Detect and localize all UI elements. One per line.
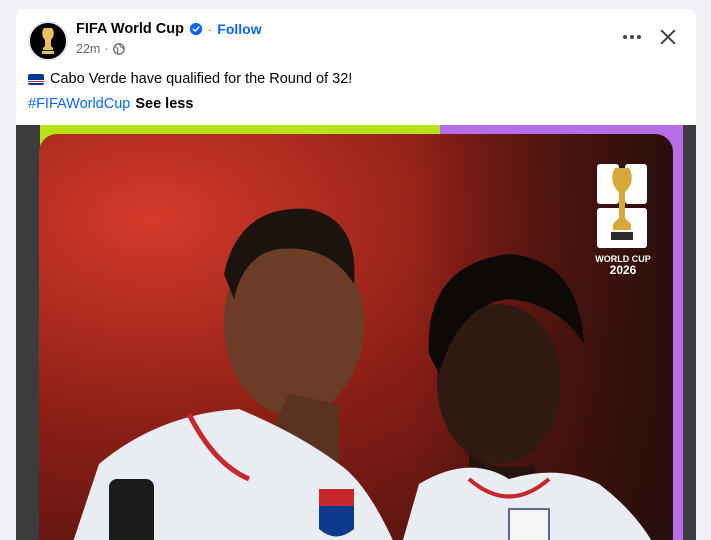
post-header: FIFA World Cup · Follow 22m · Cabo Verde…	[16, 9, 696, 127]
post-media[interactable]: WORLD CUP 2026	[16, 125, 696, 540]
players-photo: WORLD CUP 2026	[39, 134, 673, 540]
more-options-icon	[623, 35, 627, 39]
see-less-button[interactable]: See less	[135, 96, 193, 112]
hashtag-link[interactable]: #FIFAWorldCup	[28, 96, 130, 112]
post-meta-row: 22m ·	[76, 42, 125, 56]
close-icon	[660, 29, 676, 45]
meta-separator: ·	[104, 42, 109, 56]
media-frame: WORLD CUP 2026	[16, 125, 696, 540]
post-text: Cabo Verde have qualified for the Round …	[50, 71, 353, 87]
world-cup-2026-logo	[597, 164, 647, 248]
follow-button[interactable]: Follow	[217, 21, 261, 37]
fifa-trophy-icon	[42, 28, 54, 54]
world-cup-logo-text: WORLD CUP 2026	[595, 254, 651, 277]
post-card: FIFA World Cup · Follow 22m · Cabo Verde…	[16, 9, 696, 540]
post-hashtag-line: #FIFAWorldCup See less	[28, 96, 193, 112]
separator-dot: ·	[207, 21, 213, 37]
verified-badge-icon	[189, 22, 203, 36]
post-author-row: FIFA World Cup · Follow	[76, 21, 262, 37]
more-options-button[interactable]	[620, 25, 644, 49]
avatar[interactable]	[28, 21, 68, 61]
globe-icon	[112, 43, 125, 55]
post-timestamp[interactable]: 22m	[76, 42, 100, 56]
cabo-verde-flag-icon	[28, 73, 44, 85]
close-button[interactable]	[654, 23, 682, 51]
page-name[interactable]: FIFA World Cup	[76, 21, 184, 37]
post-text-line: Cabo Verde have qualified for the Round …	[28, 71, 352, 87]
players-illustration	[73, 208, 652, 540]
